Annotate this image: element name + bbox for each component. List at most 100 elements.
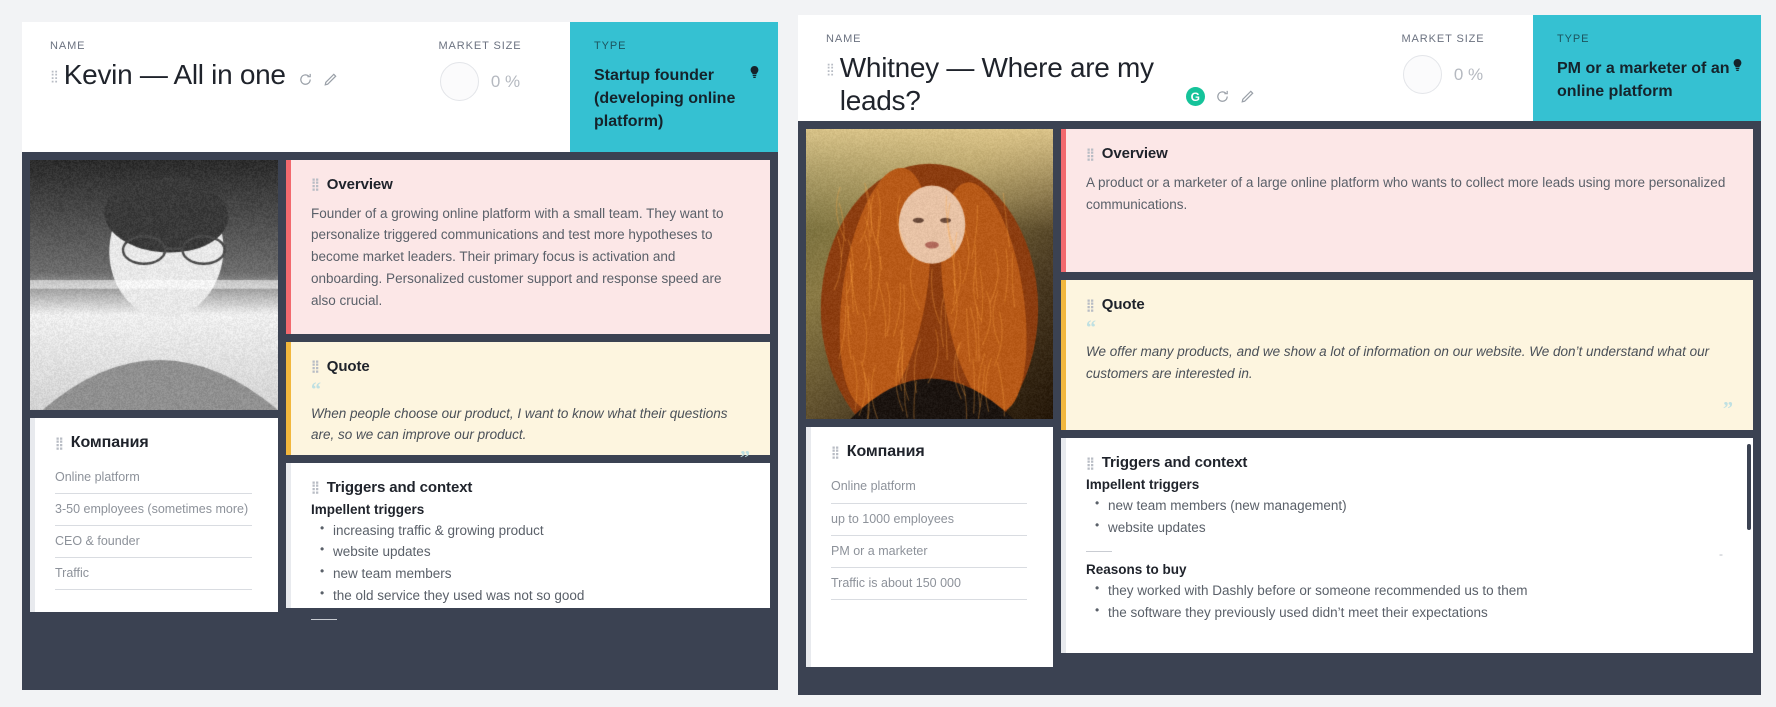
list-item: the old service they used was not so goo…	[311, 585, 750, 607]
type-value: PM or a marketer of an online platform	[1557, 57, 1732, 103]
company-field[interactable]: up to 1000 employees	[831, 504, 1027, 536]
list-item: they worked with Dashly before or someon…	[1086, 580, 1733, 602]
edit-icon[interactable]	[1240, 89, 1255, 104]
lightbulb-icon	[1732, 59, 1743, 78]
company-field[interactable]: Traffic is about 150 000	[831, 568, 1027, 600]
drag-handle-icon[interactable]: ⣿	[311, 178, 319, 190]
market-size-label: MARKET SIZE	[390, 40, 570, 52]
triggers-list: increasing traffic & growing product web…	[311, 520, 750, 607]
market-size-donut[interactable]	[440, 62, 479, 101]
overview-text: A product or a marketer of a large onlin…	[1086, 172, 1733, 216]
whitney-type-block[interactable]: TYPE PM or a marketer of an online platf…	[1533, 15, 1761, 121]
name-label: NAME	[50, 40, 390, 52]
company-field[interactable]: PM or a marketer	[831, 536, 1027, 568]
refresh-icon[interactable]	[298, 72, 313, 87]
name-label: NAME	[826, 33, 1353, 45]
kevin-overview-card[interactable]: ⣿ Overview Founder of a growing online p…	[286, 160, 770, 334]
whitney-market-size-block: MARKET SIZE 0 %	[1353, 15, 1533, 121]
persona-name: Whitney — Where are my leads?	[840, 51, 1170, 117]
whitney-overview-card[interactable]: ⣿ Overview A product or a marketer of a …	[1061, 129, 1753, 272]
kevin-triggers-card[interactable]: ⣿ Triggers and context Impellent trigger…	[286, 463, 770, 608]
overview-card-title: ⣿ Overview	[311, 176, 750, 193]
drag-handle-icon[interactable]: ⣿	[1086, 148, 1094, 160]
market-size-value: 0 %	[1454, 65, 1483, 85]
triggers-subheading: Impellent triggers	[311, 502, 750, 517]
collapse-dash: -	[1719, 547, 1723, 561]
triggers-title-text: Triggers and context	[1102, 454, 1248, 471]
whitney-body: ⣿ Компания Online platform up to 1000 em…	[798, 121, 1761, 675]
drag-handle-icon[interactable]: ⣿	[1086, 299, 1094, 311]
company-field[interactable]: CEO & founder	[55, 526, 252, 558]
company-fields: Online platform up to 1000 employees PM …	[831, 471, 1033, 600]
kevin-photo	[30, 160, 278, 410]
company-field[interactable]: Online platform	[55, 462, 252, 494]
quote-title-text: Quote	[327, 358, 370, 375]
whitney-photo	[806, 129, 1053, 419]
triggers-title-text: Triggers and context	[327, 479, 473, 496]
quote-close-mark: ”	[1086, 403, 1733, 415]
company-card-title: ⣿ Компания	[831, 443, 1033, 461]
quote-card-title: ⣿ Quote	[311, 358, 750, 375]
market-size-value: 0 %	[491, 72, 520, 92]
market-size-donut[interactable]	[1403, 55, 1442, 94]
drag-handle-icon[interactable]: ⣿	[311, 360, 319, 372]
edit-icon[interactable]	[323, 72, 338, 87]
company-title-text: Компания	[847, 443, 925, 461]
whitney-quote-card[interactable]: ⣿ Quote “ We offer many products, and we…	[1061, 280, 1753, 430]
triggers-card-title: ⣿ Triggers and context	[1086, 454, 1733, 471]
kevin-body: ⣿ Компания Online platform 3-50 employee…	[22, 152, 778, 620]
board-canvas: NAME ⣿ Kevin — All in one MARKET SIZE 0 …	[0, 0, 1776, 707]
drag-handle-icon[interactable]: ⣿	[55, 437, 63, 449]
vertical-scrollbar[interactable]	[1747, 444, 1751, 530]
drag-handle-icon[interactable]: ⣿	[826, 63, 834, 75]
quote-open-mark: “	[311, 379, 321, 401]
triggers-list: new team members (new management) websit…	[1086, 495, 1733, 539]
persona-card-kevin[interactable]: NAME ⣿ Kevin — All in one MARKET SIZE 0 …	[22, 22, 778, 690]
company-field[interactable]: Traffic	[55, 558, 252, 590]
type-value: Startup founder (developing online platf…	[594, 64, 744, 134]
kevin-name-block: NAME ⣿ Kevin — All in one	[22, 22, 390, 152]
persona-card-whitney[interactable]: NAME ⣿ Whitney — Where are my leads? G M…	[798, 15, 1761, 695]
drag-handle-icon[interactable]: ⣿	[831, 446, 839, 458]
persona-name: Kevin — All in one	[64, 58, 286, 91]
list-item: new team members	[311, 563, 750, 585]
kevin-type-block[interactable]: TYPE Startup founder (developing online …	[570, 22, 778, 152]
company-title-text: Компания	[71, 434, 149, 452]
drag-handle-icon[interactable]: ⣿	[311, 481, 319, 493]
refresh-icon[interactable]	[1215, 89, 1230, 104]
kevin-company-card[interactable]: ⣿ Компания Online platform 3-50 employee…	[30, 418, 278, 612]
kevin-market-size-block: MARKET SIZE 0 %	[390, 22, 570, 152]
triggers-card-title: ⣿ Triggers and context	[311, 479, 750, 496]
company-card-title: ⣿ Компания	[55, 434, 258, 452]
company-fields: Online platform 3-50 employees (sometime…	[55, 462, 258, 591]
grammarly-icon[interactable]: G	[1186, 87, 1205, 106]
type-label: TYPE	[594, 40, 758, 52]
quote-title-text: Quote	[1102, 296, 1145, 313]
whitney-company-card[interactable]: ⣿ Компания Online platform up to 1000 em…	[806, 427, 1053, 667]
list-item: new team members (new management)	[1086, 495, 1733, 517]
drag-handle-icon[interactable]: ⣿	[1086, 457, 1094, 469]
company-field[interactable]: 3-50 employees (sometimes more)	[55, 494, 252, 526]
quote-text: We offer many products, and we show a lo…	[1086, 341, 1733, 384]
reasons-subheading: Reasons to buy	[1086, 562, 1733, 577]
triggers-subheading: Impellent triggers	[1086, 477, 1733, 492]
kevin-header: NAME ⣿ Kevin — All in one MARKET SIZE 0 …	[22, 22, 778, 152]
divider	[1086, 551, 1112, 552]
whitney-name-block: NAME ⣿ Whitney — Where are my leads? G	[798, 15, 1353, 121]
list-item: website updates	[1086, 517, 1733, 539]
whitney-triggers-card[interactable]: ⣿ Triggers and context Impellent trigger…	[1061, 438, 1753, 653]
quote-text: When people choose our product, I want t…	[311, 403, 750, 446]
type-label: TYPE	[1557, 33, 1741, 45]
company-field[interactable]: Online platform	[831, 471, 1027, 503]
market-size-label: MARKET SIZE	[1353, 33, 1533, 45]
overview-card-title: ⣿ Overview	[1086, 145, 1733, 162]
kevin-quote-card[interactable]: ⣿ Quote “ When people choose our product…	[286, 342, 770, 455]
list-item: website updates	[311, 541, 750, 563]
quote-open-mark: “	[1086, 317, 1096, 339]
reasons-list: they worked with Dashly before or someon…	[1086, 580, 1733, 624]
list-item: the software they previously used didn’t…	[1086, 602, 1733, 624]
overview-title-text: Overview	[327, 176, 393, 193]
drag-handle-icon[interactable]: ⣿	[50, 70, 58, 82]
overview-text: Founder of a growing online platform wit…	[311, 203, 750, 312]
list-item: increasing traffic & growing product	[311, 520, 750, 542]
